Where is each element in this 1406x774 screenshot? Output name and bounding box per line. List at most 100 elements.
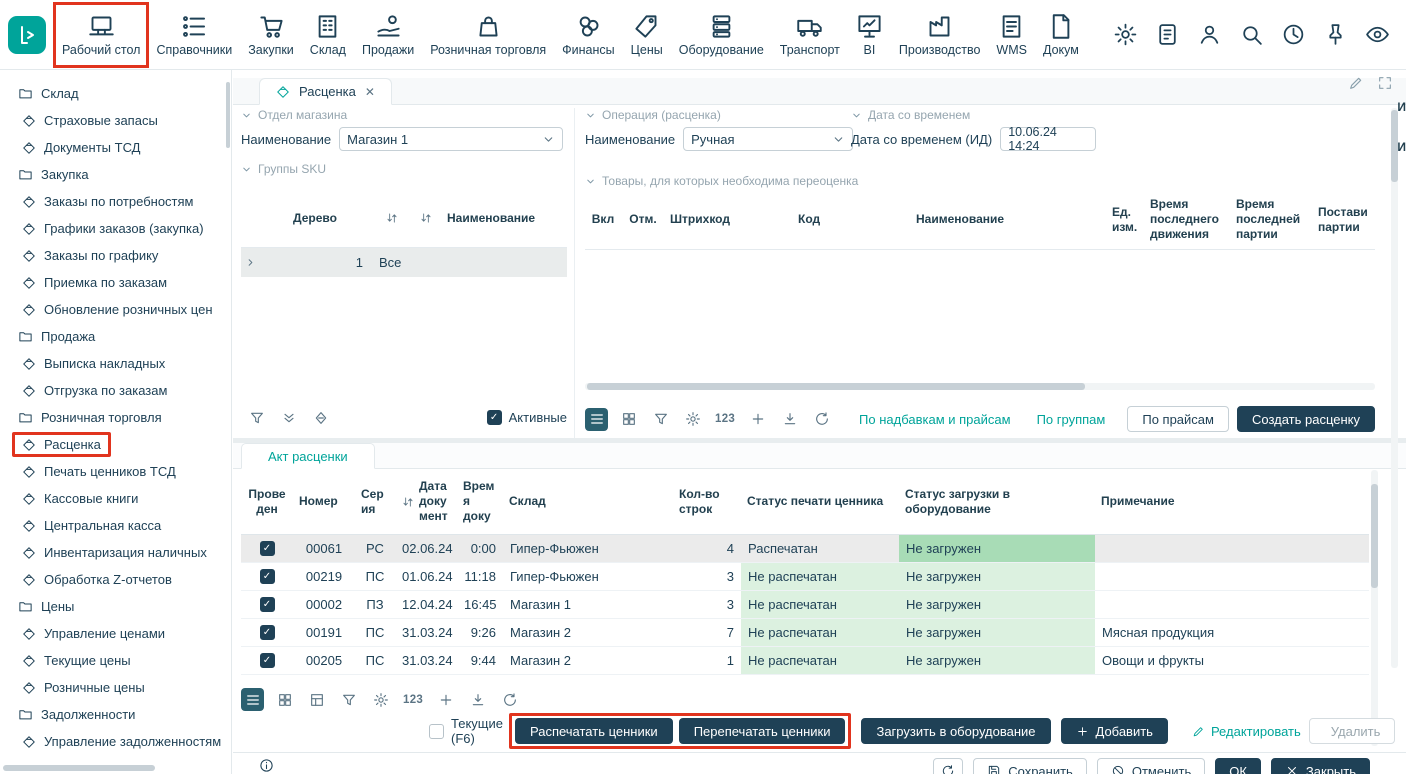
sidebar-item-16[interactable]: Центральная касса (0, 512, 231, 539)
sidebar-item-5[interactable]: Графики заказов (закупка) (0, 215, 231, 242)
table-row[interactable]: ✓00191ПС31.03.249:26Магазин 27Не распеча… (241, 619, 1369, 647)
close-button[interactable]: Закрыть (1271, 758, 1370, 774)
acts-column-header[interactable]: Серия (355, 469, 395, 534)
sort-icon[interactable] (385, 211, 399, 225)
table-row[interactable]: ✓00205ПС31.03.249:44Магазин 21Не распеча… (241, 647, 1369, 675)
goods-column-header[interactable]: Наименование (911, 190, 1107, 249)
funnel-icon[interactable] (649, 408, 672, 431)
sidebar-item-13[interactable]: Расценка (0, 431, 231, 458)
plus-icon[interactable] (746, 408, 769, 431)
by-groups-link[interactable]: По группам (1037, 412, 1106, 427)
menu-production[interactable]: Производство (891, 3, 989, 67)
sidebar-group-0[interactable]: Склад (0, 80, 231, 107)
store-select[interactable]: Магазин 1 (339, 127, 563, 151)
row-checkbox[interactable]: ✓ (260, 541, 275, 556)
menu-transport[interactable]: Транспорт (772, 3, 848, 67)
acts-column-header[interactable]: Кол-во строк (673, 469, 741, 534)
notes-icon[interactable] (1155, 22, 1180, 47)
goods-column-header[interactable]: Вкл (585, 190, 621, 249)
info-icon[interactable] (259, 758, 274, 773)
sort-icon[interactable] (401, 495, 415, 509)
search-icon[interactable] (1239, 22, 1264, 47)
settings-gear-icon[interactable] (1113, 22, 1138, 47)
counter-123[interactable]: 123 (401, 688, 425, 711)
sidebar-item-8[interactable]: Обновление розничных цен (0, 296, 231, 323)
print-pricetags-button[interactable]: Распечатать ценники (515, 718, 673, 744)
delete-button[interactable]: Удалить (1309, 718, 1396, 744)
levels-icon[interactable] (309, 406, 332, 429)
sidebar-group-19[interactable]: Цены (0, 593, 231, 620)
gear-icon[interactable] (369, 688, 392, 711)
pencil-icon[interactable] (1348, 75, 1364, 91)
acts-column-header[interactable]: Склад (503, 469, 673, 534)
grid-view-icon[interactable] (273, 688, 296, 711)
refresh-icon[interactable] (498, 688, 521, 711)
sidebar-group-23[interactable]: Задолженности (0, 701, 231, 728)
goods-column-header[interactable]: Время последнего движения (1145, 190, 1231, 249)
funnel-icon[interactable] (245, 406, 268, 429)
operation-select[interactable]: Ручная (683, 127, 853, 151)
row-checkbox[interactable]: ✓ (260, 653, 275, 668)
sidebar-item-7[interactable]: Приемка по заказам (0, 269, 231, 296)
by-pricelists-button[interactable]: По прайсам (1127, 406, 1229, 432)
acts-column-header[interactable]: Проведен (241, 469, 293, 534)
goods-column-header[interactable]: Штрихкод (665, 190, 793, 249)
active-checkbox[interactable]: ✓ (487, 410, 502, 425)
active-filter[interactable]: ✓ Активные (487, 410, 567, 425)
goods-column-header[interactable]: Код (793, 190, 911, 249)
download-icon[interactable] (466, 688, 489, 711)
menu-price-tag[interactable]: Цены (623, 3, 671, 67)
add-button[interactable]: Добавить (1061, 718, 1168, 744)
tab-act-rascenki[interactable]: Акт расценки (241, 443, 375, 469)
chevron-right-icon[interactable] (241, 257, 259, 268)
acts-column-header[interactable]: Дата документ (395, 469, 457, 534)
reprint-pricetags-button[interactable]: Перепечатать ценники (679, 718, 846, 744)
menu-finance[interactable]: Финансы (554, 3, 622, 67)
menu-desktop[interactable]: Рабочий стол (54, 3, 148, 67)
menu-bi[interactable]: BI (848, 3, 891, 67)
table-row[interactable]: ✓00061РС02.06.240:00Гипер-Фьюжен4Распеча… (241, 535, 1369, 563)
acts-column-header[interactable]: Статус загрузки в оборудование (899, 469, 1095, 534)
sku-col-tree[interactable]: Дерево (255, 211, 375, 225)
datetime-input[interactable]: 10.06.24 14:24 (1000, 127, 1096, 151)
user-icon[interactable] (1197, 22, 1222, 47)
eye-icon[interactable] (1365, 22, 1390, 47)
list-view-icon[interactable] (241, 688, 264, 711)
sidebar-item-17[interactable]: Инвентаризация наличных (0, 539, 231, 566)
datetime-section-header[interactable]: Дата со временем (851, 108, 970, 122)
funnel-icon[interactable] (337, 688, 360, 711)
ok-button[interactable]: ОК (1215, 758, 1261, 774)
cancel-button[interactable]: Отменить (1097, 758, 1205, 774)
gear-icon[interactable] (681, 408, 704, 431)
grid-view-icon[interactable] (617, 408, 640, 431)
menu-retail[interactable]: Розничная торговля (422, 3, 554, 67)
acts-column-header[interactable]: Номер (293, 469, 355, 534)
refresh-button[interactable] (933, 758, 963, 774)
save-button[interactable]: Сохранить (973, 758, 1087, 774)
sidebar-item-10[interactable]: Выписка накладных (0, 350, 231, 377)
pin-icon[interactable] (1323, 22, 1348, 47)
sku-col-name[interactable]: Наименование (447, 211, 535, 225)
sidebar-item-1[interactable]: Страховые запасы (0, 107, 231, 134)
operation-section-header[interactable]: Операция (расценка) (585, 108, 721, 122)
row-checkbox[interactable]: ✓ (260, 625, 275, 640)
scrollbar-thumb[interactable] (1371, 484, 1378, 588)
menu-document[interactable]: Докум (1035, 3, 1087, 67)
menu-catalog[interactable]: Справочники (148, 3, 240, 67)
card-view-icon[interactable] (305, 688, 328, 711)
collapse-icon[interactable] (277, 406, 300, 429)
sidebar-item-21[interactable]: Текущие цены (0, 647, 231, 674)
edit-button[interactable]: Редактировать (1184, 718, 1309, 744)
refresh-icon[interactable] (810, 408, 833, 431)
create-reprice-button[interactable]: Создать расценку (1237, 406, 1375, 432)
sidebar-item-14[interactable]: Печать ценников ТСД (0, 458, 231, 485)
goods-column-header[interactable]: Постави партии (1313, 190, 1375, 249)
sku-row-all[interactable]: 1 Все (241, 248, 567, 277)
acts-column-header[interactable]: Время доку (457, 469, 503, 534)
sidebar-group-9[interactable]: Продажа (0, 323, 231, 350)
close-icon[interactable]: ✕ (365, 85, 375, 99)
current-filter[interactable]: Текущие (F6) (429, 716, 503, 746)
sidebar-item-2[interactable]: Документы ТСД (0, 134, 231, 161)
tab-rascenka[interactable]: Расценка ✕ (259, 78, 392, 105)
goods-column-header[interactable]: Ед. изм. (1107, 190, 1145, 249)
